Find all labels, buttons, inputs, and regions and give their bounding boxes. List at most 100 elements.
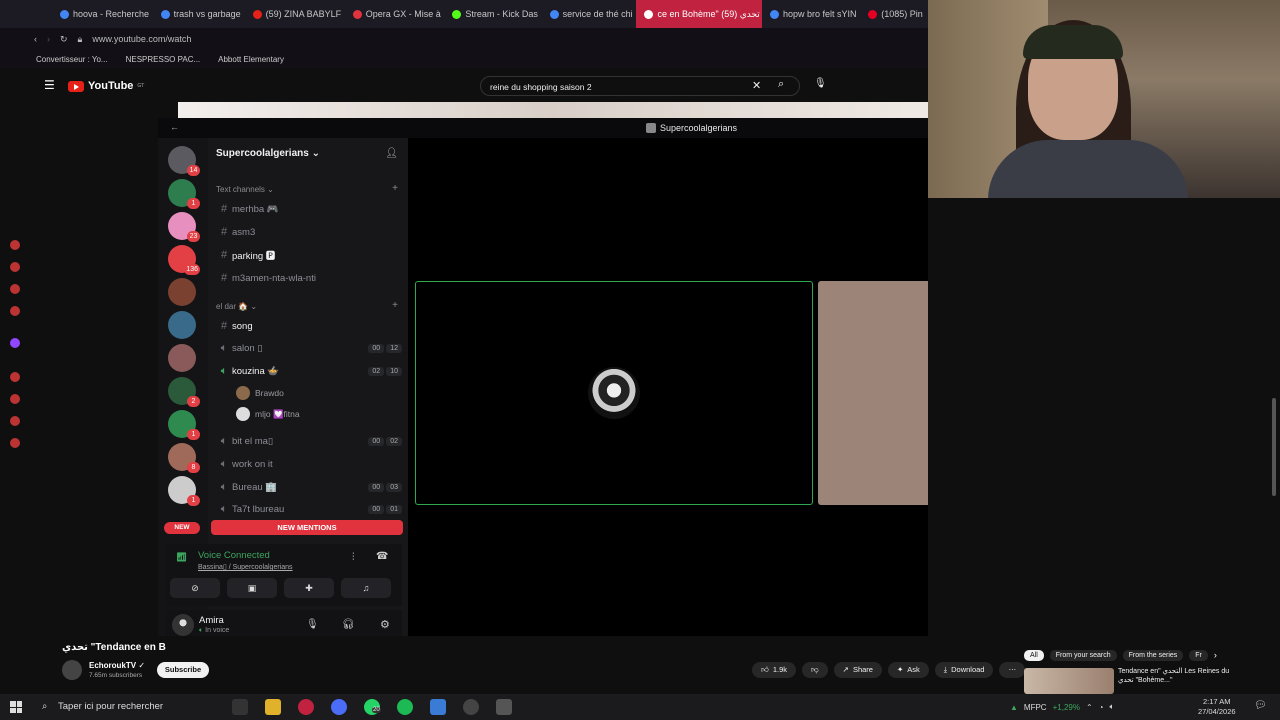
headphones-icon[interactable]: 🎧︎: [342, 619, 355, 630]
forward-icon[interactable]: ›: [47, 34, 50, 44]
add-channel-icon[interactable]: +: [392, 300, 398, 311]
tab[interactable]: Opera GX - Mise à: [345, 0, 445, 28]
server-icon[interactable]: 23: [168, 212, 200, 242]
youtube-logo[interactable]: YouTube GT: [68, 80, 144, 92]
server-name[interactable]: Supercoolalgerians ⌄: [216, 148, 320, 159]
clock[interactable]: 2:17 AM 27/04/2026: [1198, 697, 1236, 717]
volume-icon[interactable]: 🔈︎: [1110, 702, 1115, 712]
server-icon[interactable]: [168, 344, 196, 372]
recommendation-title[interactable]: Tendance en" التحدي Les Reines du تحدي "…: [1118, 667, 1234, 685]
tab[interactable]: hopw bro felt sYIN: [762, 0, 860, 28]
clear-search-icon[interactable]: ✕: [752, 79, 761, 92]
add-member-icon[interactable]: 👤︎: [385, 148, 398, 159]
taskbar-search[interactable]: ⌕ Taper ici pour rechercher: [36, 698, 226, 716]
text-channel[interactable]: # song: [216, 317, 402, 335]
category-el-dar[interactable]: el dar 🏠 ⌄: [216, 302, 257, 311]
tab[interactable]: (1085) Pin: [860, 0, 928, 28]
back-icon[interactable]: ‹: [34, 34, 37, 44]
settings-icon[interactable]: ⚙: [380, 618, 390, 631]
noise-suppression-icon[interactable]: ⫶: [352, 552, 355, 563]
tab[interactable]: (59) ZINA BABYLF: [245, 0, 345, 28]
chevron-right-icon[interactable]: ›: [1214, 650, 1217, 661]
voice-channel[interactable]: 🔈︎ kouzina 🍲 02 10: [216, 362, 402, 380]
search-icon[interactable]: ⌕: [778, 78, 784, 91]
voice-channel[interactable]: 🔈︎ Bureau 🏢 00 03: [216, 478, 402, 496]
url-field[interactable]: www.youtube.com/watch: [92, 34, 191, 44]
sidebar-icon[interactable]: [10, 306, 20, 316]
file-explorer-icon[interactable]: [265, 699, 281, 715]
signal-icon[interactable]: 📶︎: [176, 552, 187, 563]
tab[interactable]: Stream - Kick Das: [444, 0, 541, 28]
market-name[interactable]: MFPC: [1024, 703, 1047, 712]
participant-tile[interactable]: [415, 281, 813, 505]
activities-button[interactable]: ✚: [284, 578, 334, 598]
category-text-channels[interactable]: Text channels ⌄: [216, 185, 274, 194]
like-button[interactable]: 👍︎ 1.9k: [752, 662, 797, 678]
sidebar-icon[interactable]: [10, 284, 20, 294]
microphone-icon[interactable]: 🎙︎: [814, 78, 827, 89]
new-pill[interactable]: NEW: [164, 522, 200, 534]
chip[interactable]: From your search: [1049, 650, 1117, 661]
screen-share-button[interactable]: ▣: [227, 578, 277, 598]
bookmark[interactable]: Convertisseur : Yo...: [36, 55, 108, 64]
server-icon[interactable]: 1: [168, 476, 200, 506]
whatsapp-icon[interactable]: 20: [364, 699, 381, 715]
share-button[interactable]: ↗ Share: [833, 662, 882, 678]
add-channel-icon[interactable]: +: [392, 183, 398, 194]
server-icon[interactable]: 14: [168, 146, 200, 176]
tab[interactable]: trash vs garbage: [153, 0, 245, 28]
sidebar-icon[interactable]: [10, 372, 20, 382]
more-button[interactable]: ⋯: [999, 662, 1025, 678]
voice-channel[interactable]: 🔈︎ work on it: [216, 455, 402, 473]
dislike-button[interactable]: 👎︎: [802, 662, 828, 678]
voice-channel[interactable]: 🔈︎ salon ▯ 00 12: [216, 339, 402, 357]
spotify-icon[interactable]: [397, 699, 413, 715]
chip[interactable]: Fr: [1189, 650, 1208, 661]
notifications-icon[interactable]: 💬︎: [1254, 700, 1267, 711]
voice-user[interactable]: Brawdo: [236, 385, 284, 401]
voice-user[interactable]: mljo 💟fitna: [236, 406, 300, 422]
server-icon[interactable]: [168, 278, 196, 306]
new-mentions-button[interactable]: NEW MENTIONS: [211, 520, 403, 535]
server-icon[interactable]: 2: [168, 377, 200, 407]
server-icon[interactable]: 1: [168, 179, 200, 209]
disconnect-icon[interactable]: ☎︎: [376, 551, 388, 562]
bookmark[interactable]: NESPRESSO PAC...: [126, 55, 201, 64]
scrollbar[interactable]: [1272, 398, 1276, 496]
avatar[interactable]: [172, 614, 194, 636]
sidebar-icon[interactable]: [10, 394, 20, 404]
soundboard-button[interactable]: ♫: [341, 578, 391, 598]
windows-start-icon[interactable]: [10, 701, 22, 713]
channel-avatar[interactable]: [62, 660, 82, 680]
tab[interactable]: service de thé chi: [542, 0, 637, 28]
reload-icon[interactable]: ↻: [60, 34, 68, 45]
back-arrow-icon[interactable]: ←: [170, 122, 179, 132]
text-channel[interactable]: # parking 🅿: [216, 246, 402, 264]
bookmark[interactable]: Abbott Elementary: [218, 55, 284, 64]
server-icon[interactable]: 1: [168, 410, 200, 440]
voice-channel[interactable]: 🔈︎ Ta7t lbureau 00 01: [216, 500, 402, 518]
sidebar-icon[interactable]: [10, 438, 20, 448]
server-icon[interactable]: [168, 311, 196, 339]
channel-name[interactable]: EchoroukTV ✓: [89, 661, 145, 670]
sidebar-icon[interactable]: [10, 262, 20, 272]
voice-location[interactable]: Bassina▯ / Supercoolalgerians: [198, 563, 293, 571]
app-icon[interactable]: [430, 699, 446, 715]
sidebar-icon[interactable]: [10, 240, 20, 250]
wifi-icon[interactable]: ◔: [1099, 703, 1104, 712]
chevron-up-icon[interactable]: ⌃: [1086, 703, 1093, 712]
app-icon[interactable]: [463, 699, 479, 715]
chip[interactable]: All: [1024, 650, 1044, 661]
menu-icon[interactable]: ☰: [44, 78, 55, 92]
chip[interactable]: From the series: [1122, 650, 1184, 661]
opera-gx-icon[interactable]: [298, 699, 314, 715]
chrome-icon[interactable]: [331, 699, 347, 715]
tab-active[interactable]: ce en Bohème" تحدي (59): [636, 0, 763, 28]
server-icon[interactable]: 136: [168, 245, 200, 275]
server-icon[interactable]: 8: [168, 443, 200, 473]
sidebar-icon[interactable]: [10, 416, 20, 426]
voice-channel[interactable]: 🔈︎ bit el ma▯ 00 02: [216, 432, 402, 450]
text-channel[interactable]: # asm3: [216, 223, 402, 241]
tab[interactable]: hoova - Recherche: [52, 0, 153, 28]
subscribe-button[interactable]: Subscribe: [157, 662, 209, 678]
